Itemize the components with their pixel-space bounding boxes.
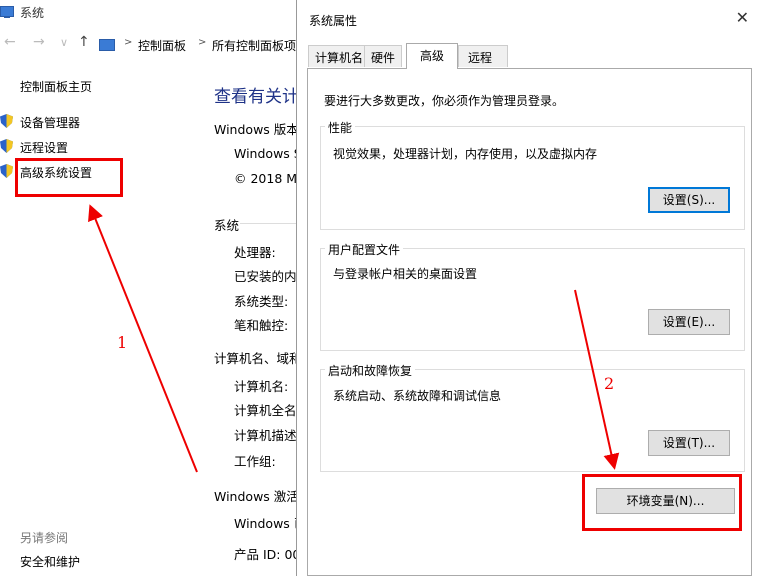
group-label: 用户配置文件 <box>325 241 404 258</box>
admin-notice: 要进行大多数更改，你必须作为管理员登录。 <box>324 94 565 108</box>
breadcrumb-control-panel[interactable]: 控制面板 <box>138 37 186 54</box>
info-row-label: 计算机全名 <box>234 403 297 418</box>
divider <box>240 223 296 224</box>
startup-recovery-settings-button[interactable]: 设置(T)... <box>648 430 730 456</box>
close-icon[interactable]: ✕ <box>736 8 749 27</box>
startup-recovery-group <box>320 369 745 472</box>
page-title: 查看有关计 <box>214 87 299 107</box>
screen: 系统 ← → ∨ ↑ > 控制面板 > 所有控制面板项 控制面板主页 设备管理器… <box>0 0 757 576</box>
breadcrumb-separator: > <box>124 37 133 48</box>
product-id: 产品 ID: 00 <box>234 547 301 562</box>
tab-advanced[interactable]: 高级 <box>406 43 458 69</box>
windows-edition-label: Windows 版本 <box>214 122 299 137</box>
dialog-title: 系统属性 <box>309 14 358 28</box>
back-arrow-icon[interactable]: ← <box>4 34 16 50</box>
up-arrow-icon[interactable]: ↑ <box>78 34 90 50</box>
group-label: 性能 <box>325 119 356 136</box>
highlight-box-environment-variables <box>582 474 742 531</box>
system-window-titlebar: 系统 <box>0 0 300 26</box>
group-label: 启动和故障恢复 <box>325 362 416 379</box>
info-row-label: 已安装的内 <box>234 269 297 284</box>
group-description: 与登录帐户相关的桌面设置 <box>333 267 478 281</box>
group-description: 视觉效果，处理器计划，内存使用，以及虚拟内存 <box>333 147 598 161</box>
performance-group <box>320 126 745 230</box>
computer-icon <box>0 6 14 18</box>
breadcrumb-all-items[interactable]: 所有控制面板项 <box>212 37 296 54</box>
sidebar-home-link[interactable]: 控制面板主页 <box>20 78 92 95</box>
tab-computer-name[interactable]: 计算机名 <box>308 45 371 67</box>
system-section-label: 系统 <box>214 218 240 233</box>
step-2-label: 2 <box>604 374 615 393</box>
user-profiles-settings-button[interactable]: 设置(E)... <box>648 309 730 335</box>
tab-remote[interactable]: 远程 <box>458 45 508 67</box>
control-panel-icon <box>99 39 115 51</box>
info-row-label: 计算机名: <box>234 379 289 394</box>
info-row-label: 处理器: <box>234 245 276 260</box>
tab-hardware[interactable]: 硬件 <box>364 45 403 67</box>
shield-icon <box>0 114 13 128</box>
user-profiles-group <box>320 248 745 351</box>
recent-locations-icon[interactable]: ∨ <box>60 36 68 49</box>
arrow-step-1 <box>88 204 198 473</box>
system-window-title: 系统 <box>20 6 45 20</box>
address-bar: ← → ∨ ↑ > 控制面板 > 所有控制面板项 <box>0 34 300 56</box>
sidebar-item-device-manager[interactable]: 设备管理器 <box>20 114 80 131</box>
forward-arrow-icon[interactable]: → <box>33 34 45 50</box>
shield-icon <box>0 164 13 178</box>
sidebar-item-remote-settings[interactable]: 远程设置 <box>20 139 68 156</box>
activation-section-label: Windows 激活 <box>214 489 299 504</box>
sidebar-item-security-maintenance[interactable]: 安全和维护 <box>20 553 80 570</box>
performance-settings-button[interactable]: 设置(S)... <box>648 187 730 213</box>
copyright-text: © 2018 Mi <box>234 171 301 186</box>
info-row-label: 系统类型: <box>234 294 289 309</box>
info-row-label: 笔和触控: <box>234 318 289 333</box>
info-row-label: 计算机描述 <box>234 428 297 443</box>
windows-name: Windows S <box>234 146 302 161</box>
info-row-label: 工作组: <box>234 454 276 469</box>
group-description: 系统启动、系统故障和调试信息 <box>333 389 502 403</box>
computer-section-label: 计算机名、域和 <box>214 351 302 366</box>
see-also-label: 另请参阅 <box>20 531 69 545</box>
step-1-label: 1 <box>117 333 128 352</box>
highlight-box-advanced-settings <box>15 158 123 197</box>
shield-icon <box>0 139 13 153</box>
breadcrumb-separator: > <box>198 37 207 48</box>
